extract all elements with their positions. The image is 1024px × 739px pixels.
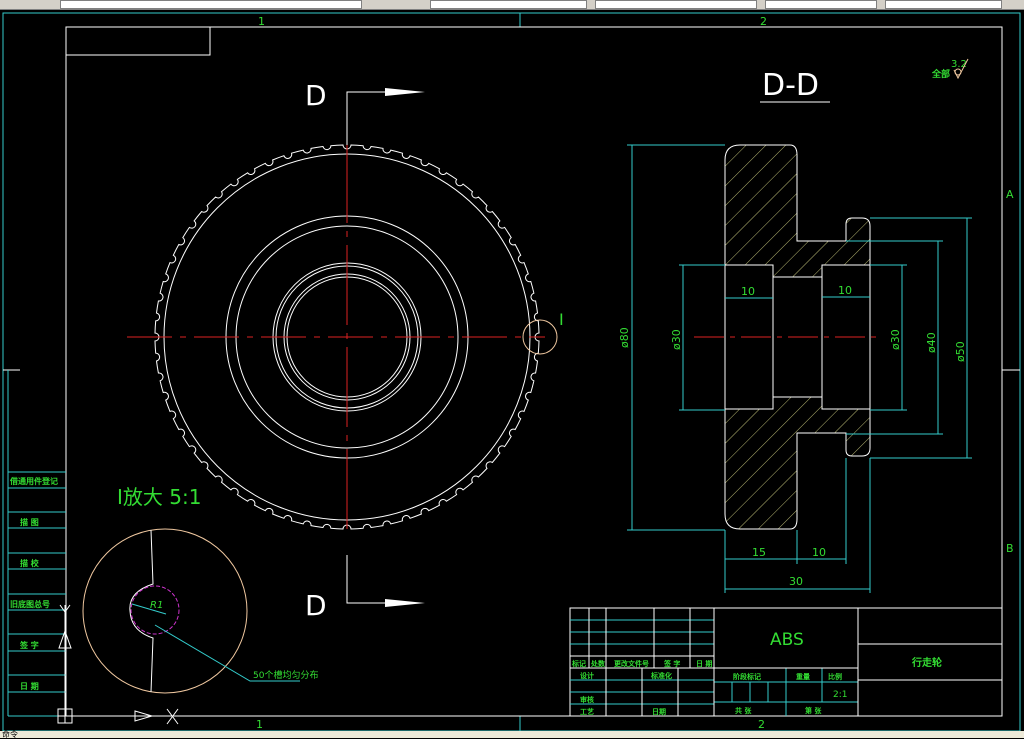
left-table-label: 旧底图总号 [10,599,50,609]
dimension-lines [627,144,972,593]
code-box [65,26,211,56]
dim-dia-50: ø50 [954,341,967,362]
section-cut-line-bottom [346,555,385,604]
tb-header: 更改文件号 [614,659,649,668]
section-view: D-D ø80 ø30 ø30 ø40 ø50 10 10 15 10 30 [618,68,972,593]
toolbar [0,0,1024,10]
section-upper-half [724,144,871,278]
sheet-border [2,12,1021,731]
section-title: D-D [762,68,819,103]
left-table-label: 描 图 [20,517,39,527]
lineweight-dropdown[interactable] [765,0,877,9]
zone-label: 2 [758,718,765,731]
tb-sheets-total: 共 张 [735,706,752,715]
color-dropdown[interactable] [430,0,587,9]
ucs-icon [57,604,300,725]
material-label: ABS [770,630,804,650]
drawing-frame [65,26,1003,717]
tb-design: 设计 [580,671,594,680]
left-table-label: 描 校 [20,558,40,568]
detail-title: I放大 5:1 [117,485,201,509]
scale-value: 2:1 [833,690,847,700]
tb-stage-mark: 阶段标记 [733,672,761,681]
dim-dia-30-left: ø30 [670,329,683,350]
detail-view: I放大 5:1 R1 50个槽均匀分布 [82,485,318,694]
linetype-dropdown[interactable] [595,0,757,9]
dim-bore-depth-right: 10 [838,284,852,297]
tb-header: 签 字 [663,659,680,668]
zone-label: 2 [760,15,767,28]
detail-note: 50个槽均匀分布 [253,669,318,681]
layer-dropdown[interactable] [60,0,362,9]
dim-total-width: 30 [789,575,803,588]
part-name: 行走轮 [911,656,942,669]
command-line[interactable]: 命令 [0,731,1024,739]
tb-review: 审核 [580,695,594,704]
left-table-label: 签 字 [19,640,39,650]
plotstyle-dropdown[interactable] [885,0,1002,9]
tb-header: 处数 [590,659,606,668]
roughness-value: 3.2 [951,59,967,70]
tb-header: 日 期 [696,659,712,668]
tb-weight: 重量 [796,672,810,681]
title-block: ABS 行走轮 2:1 标记 处数 更改文件号 签 字 日 期 设计 标准化 审… [569,607,1003,717]
section-lower-half [724,396,871,530]
zone-label: B [1006,542,1014,555]
section-cut-line-top [346,91,385,145]
zone-label: 1 [258,15,265,28]
roughness-prefix: 全部 [931,68,950,80]
dim-dia-80: ø80 [618,327,631,348]
section-arrow-top [385,88,425,96]
dim-hub-width: 10 [812,546,826,559]
left-record-table [7,370,66,717]
tb-scale-label: 比例 [828,672,842,681]
section-arrow-bottom [385,599,425,607]
tb-standardization: 标准化 [650,671,672,680]
left-table-label: 借通用件登记 [9,476,58,486]
dim-bore-depth-left: 10 [741,285,755,298]
zone-label: A [1006,188,1014,201]
tb-header: 标记 [571,659,586,668]
zone-label: 1 [256,718,263,731]
tb-sheet-no: 第 张 [805,706,822,715]
section-label-top: D [305,79,327,112]
dim-dia-30-right: ø30 [889,329,902,350]
tb-date: 日期 [652,707,666,716]
detail-boundary-circle [82,528,248,694]
dim-rim-width: 15 [752,546,766,559]
dim-dia-40: ø40 [925,332,938,353]
tb-process: 工艺 [580,707,594,716]
detail-marker-label: I [559,310,564,329]
surface-roughness-symbol: 全部 3.2 [931,58,969,80]
detail-notch-profile [129,529,154,693]
section-label-bottom: D [305,589,327,622]
left-table-label: 日 期 [20,681,39,691]
radius-label: R1 [150,600,163,611]
front-view: I D D [127,79,564,622]
drawing-canvas[interactable]: 1 2 1 2 A B 借通用件登记 描 图 描 校 旧底图总号 签 字 日 期 [0,10,1024,731]
